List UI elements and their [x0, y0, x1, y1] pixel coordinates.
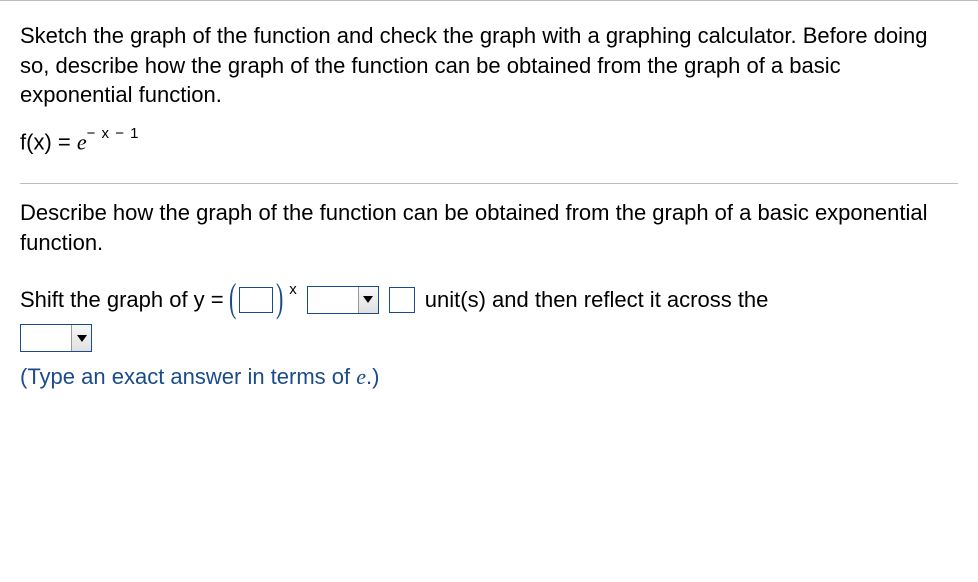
- question-intro: Sketch the graph of the function and che…: [20, 21, 958, 110]
- answer-section: Describe how the graph of the function c…: [20, 198, 958, 404]
- exponent-x: x: [289, 273, 297, 306]
- answer-fill-row: Shift the graph of y = ( ) x unit(s) and…: [20, 276, 958, 352]
- right-paren-icon: ): [276, 282, 283, 314]
- function-equation: f(x) = e− x − 1: [20, 128, 958, 155]
- question-section: Sketch the graph of the function and che…: [20, 21, 958, 179]
- units-input[interactable]: [389, 287, 415, 313]
- answer-prefix: Shift the graph of y =: [20, 276, 224, 324]
- base-input[interactable]: [239, 287, 273, 313]
- section-divider: [20, 183, 958, 184]
- dropdown-arrow-icon: [71, 325, 91, 351]
- axis-dropdown[interactable]: [20, 324, 92, 352]
- hint-text: (Type an exact answer in terms of e.): [20, 364, 958, 390]
- dropdown-arrow-icon: [358, 287, 378, 313]
- base-input-group: ( ): [226, 284, 287, 316]
- left-paren-icon: (: [229, 282, 236, 314]
- describe-prompt: Describe how the graph of the function c…: [20, 198, 958, 257]
- answer-mid: unit(s) and then reflect it across the: [425, 276, 769, 324]
- direction-dropdown[interactable]: [307, 286, 379, 314]
